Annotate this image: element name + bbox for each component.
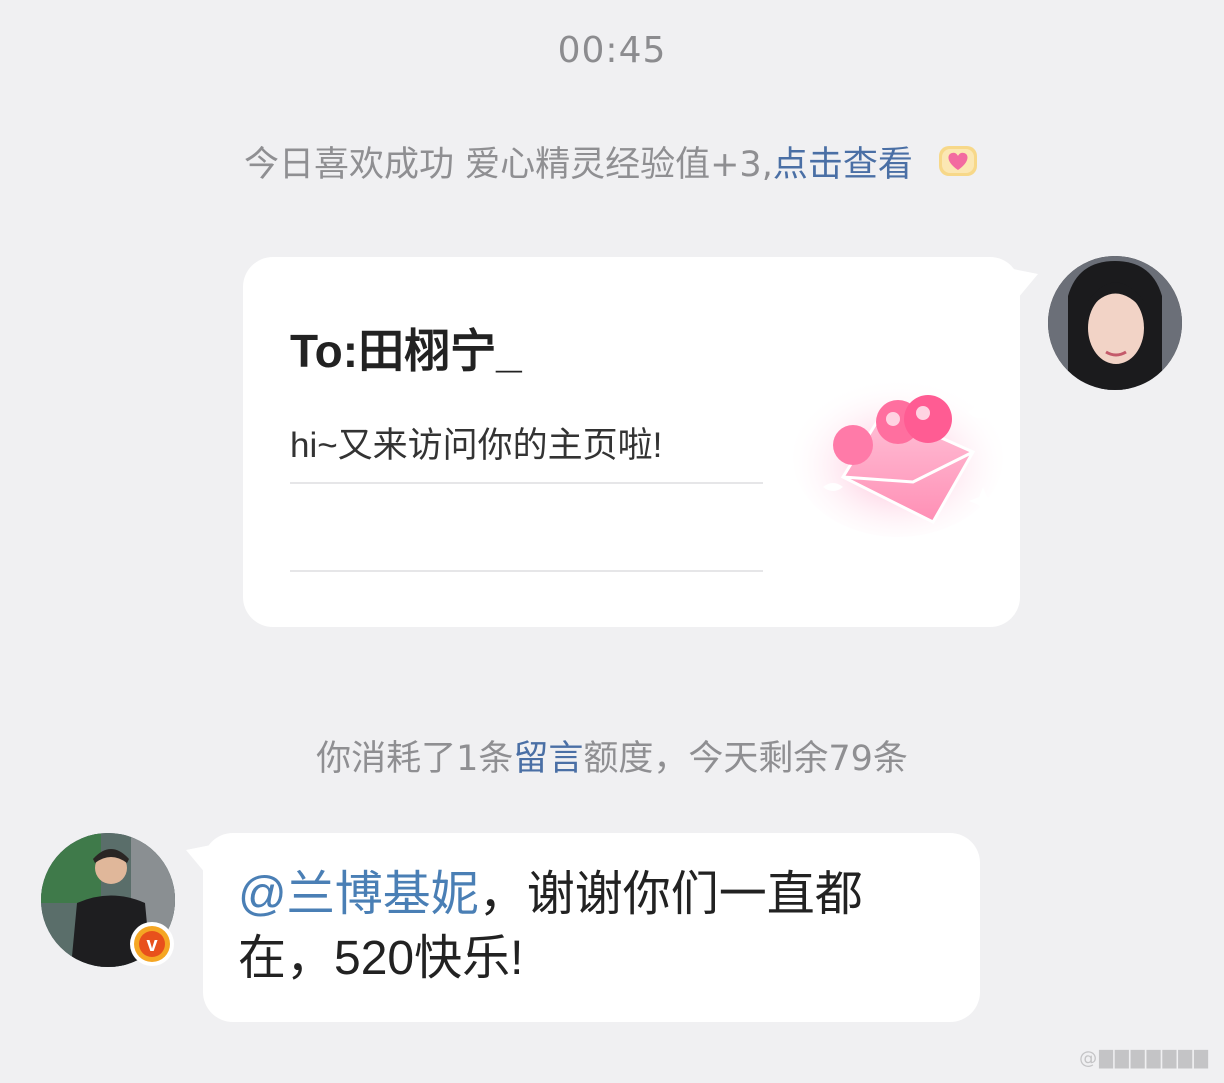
reply-text: @兰博基妮，谢谢你们一直都在，520快乐!	[238, 863, 958, 991]
quota-notice: 你消耗了1条留言额度，今天剩余79条	[0, 730, 1224, 781]
like-success-notice: 今日喜欢成功 爱心精灵经验值+3,点击查看	[0, 136, 1224, 187]
card-message: hi~又来访问你的主页啦!	[290, 426, 663, 465]
badge-letter: v	[146, 934, 158, 956]
notice-text: 今日喜欢成功 爱心精灵经验值+3,	[243, 145, 773, 185]
quota-suffix: 额度，今天剩余79条	[583, 739, 908, 779]
view-link[interactable]: 点击查看	[773, 145, 913, 185]
message-link[interactable]: 留言	[513, 739, 583, 779]
card-title: To:田栩宁_	[290, 325, 522, 377]
avatar-image	[1048, 256, 1182, 390]
quota-prefix: 你消耗了1条	[316, 739, 514, 779]
divider	[290, 482, 763, 484]
divider	[290, 570, 763, 572]
reply-bubble[interactable]: @兰博基妮，谢谢你们一直都在，520快乐!	[203, 833, 980, 1022]
mention-link[interactable]: @兰博基妮	[238, 868, 479, 921]
watermark: @▇▇▇▇▇▇▇	[1079, 1048, 1210, 1069]
love-letter-envelope-icon	[793, 372, 1003, 537]
verified-badge-icon: v	[130, 922, 174, 966]
gift-card-message[interactable]: To:田栩宁_ hi~又来访问你的主页啦!	[243, 257, 1020, 627]
timestamp: 00:45	[557, 30, 667, 71]
my-avatar[interactable]	[1048, 256, 1182, 390]
heart-badge-icon	[939, 146, 977, 176]
